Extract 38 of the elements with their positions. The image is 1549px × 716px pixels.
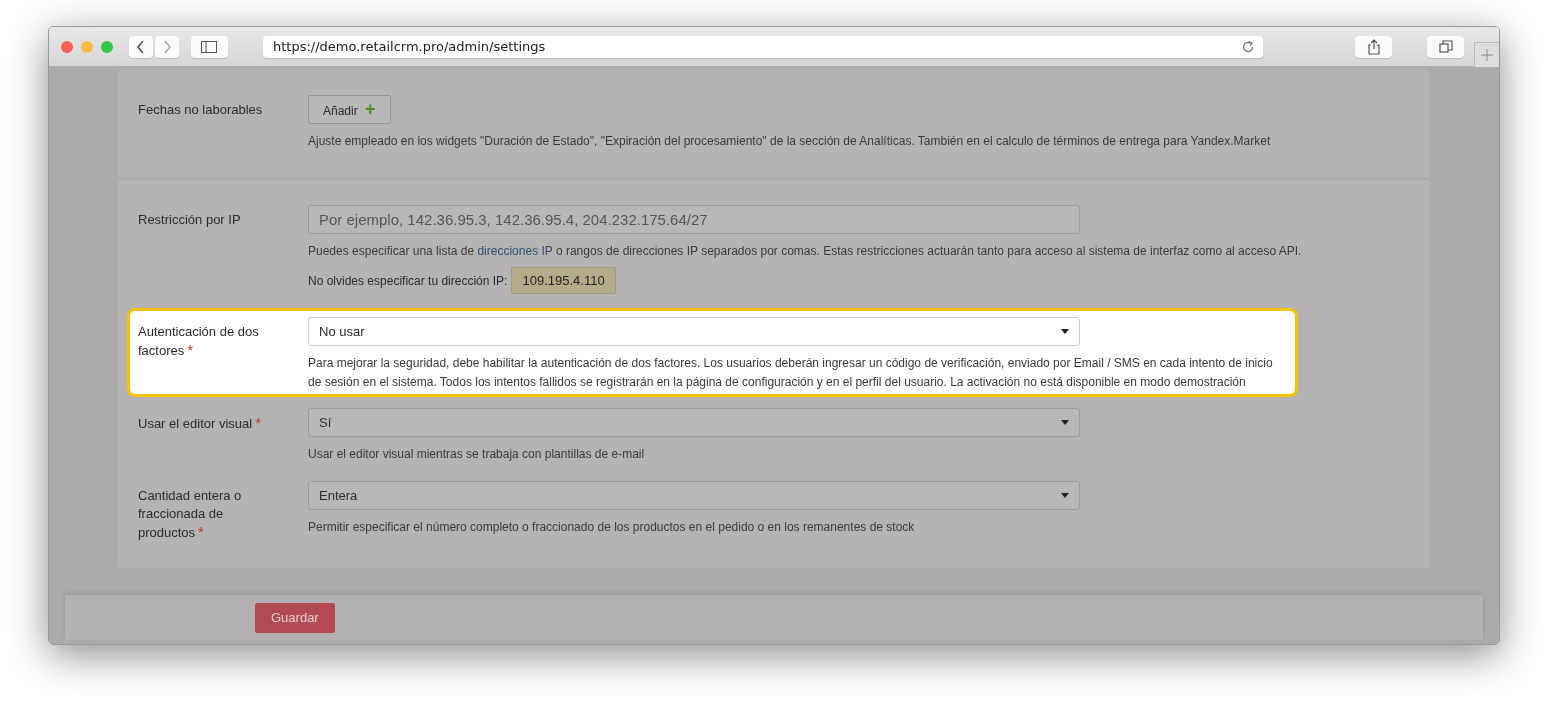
help-text: Puedes especificar una lista de direcciones IP o rangos de direcciones IP separados por comas. Estas restricciones actuarán tanto para acceso al sistema de interfaz como al acceso API. [308,243,1303,260]
select-dropdown[interactable]: Entera [308,481,1080,510]
zoom-icon[interactable] [101,40,113,53]
ip-field[interactable]: Por ejemplo, 142.36.95.3, 142.36.95.4, 204.232.175.64/27 [308,205,1080,234]
setting-label: Fechas no laborables [138,101,264,119]
caret-icon [1061,493,1069,498]
add-button[interactable]: Añadir + [308,95,391,124]
select-dropdown[interactable]: No usar [308,317,1080,346]
new-tab-button[interactable] [1474,42,1499,67]
help-text: Ajuste empleado en los widgets "Duración de Estado", "Expiración del procesamiento" de la sección de Analíticas. También en el calculo de términos de entrega para Yandex.Market [308,133,1272,150]
ip-note: No olvides especificar tu dirección IP: [308,273,508,288]
help-text: Permitir especificar el número completo o fraccionado de los productos en el pedido o en los remanentes de stock [308,519,916,536]
ip-link[interactable]: direcciones IP [477,244,553,258]
tabs-button[interactable] [1427,35,1464,58]
setting-label: Usar el editor visual * [138,413,262,433]
back-button[interactable] [129,35,153,58]
chevron-right-icon [161,39,173,54]
tabs-icon [1438,39,1453,54]
setting-label: Restricción por IP [138,211,242,229]
setting-label: Cantidad entera o fraccionada de productos * [138,487,243,542]
address-bar[interactable]: https://demo.retailcrm.pro/admin/settings [262,35,1264,58]
help-text: Usar el editor visual mientras se trabaja con plantillas de e-mail [308,446,646,463]
caret-icon [1061,329,1069,334]
setting-label: Autenticación de dos factores * [138,323,260,360]
plus-icon [1481,49,1493,61]
reload-icon[interactable] [1241,39,1256,54]
save-button[interactable]: Guardar [255,602,335,633]
caret-icon [1061,420,1069,425]
close-icon[interactable] [61,40,73,53]
help-text: Para mejorar la seguridad, debe habilitar la autenticación de dos factores. Los usuarios deberán ingresar un código de verificación, enviado por Email / SMS en cada intento de inicio de sesión en el sistema. Todos los intentos fallidos se registrarán en la página de configuración y en el perfil del usuario. La activación no está disponible en modo demostración [308,355,1274,391]
select-dropdown[interactable]: Sí [308,408,1080,437]
url-text: https://demo.retailcrm.pro/admin/settings [272,39,546,54]
sidebar-icon [201,40,218,53]
ip-address: 109.195.4.110 [511,267,616,294]
share-button[interactable] [1355,35,1393,58]
share-icon [1366,38,1381,55]
sidebar-button[interactable] [191,35,228,58]
chevron-left-icon [135,39,147,54]
